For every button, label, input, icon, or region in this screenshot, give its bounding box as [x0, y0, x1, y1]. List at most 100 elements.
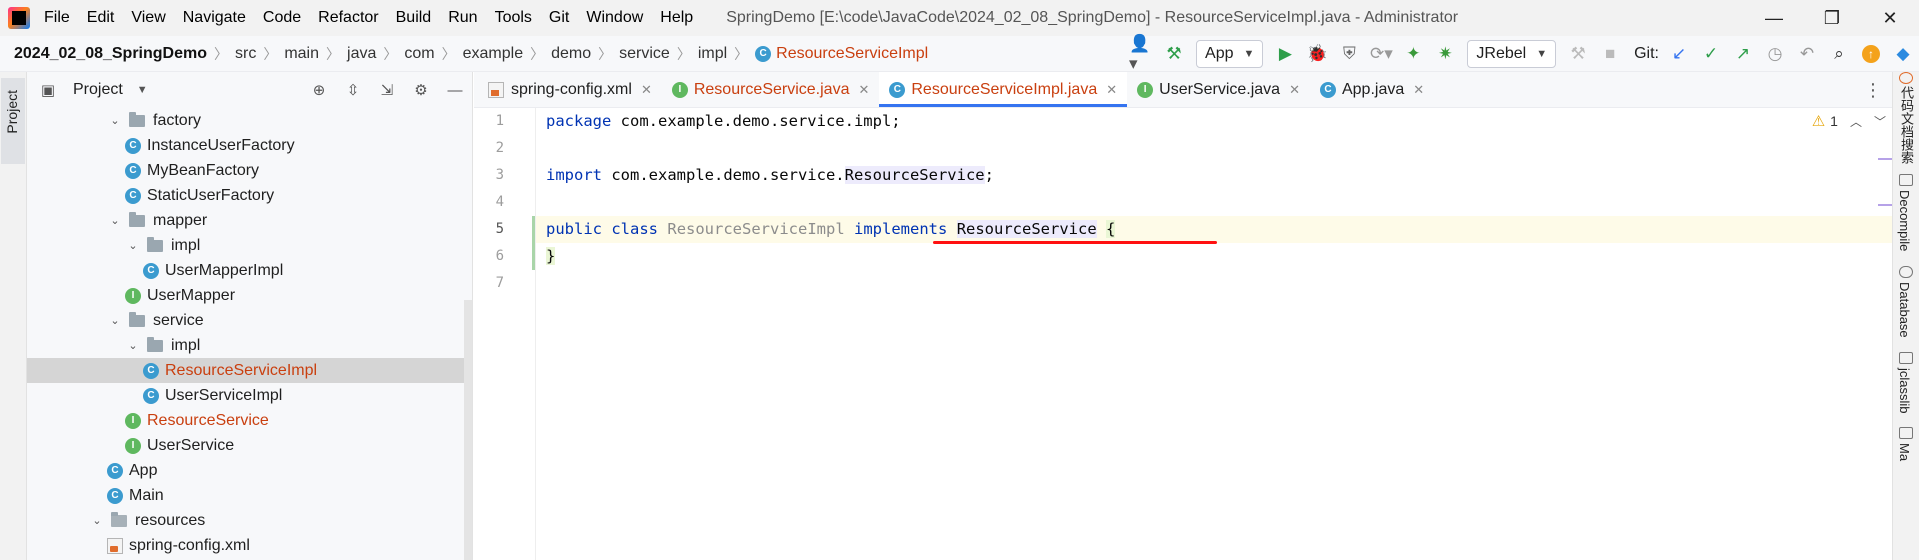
- git-commit-icon[interactable]: ✓: [1698, 41, 1724, 67]
- hammer-disabled-icon[interactable]: ⚒: [1565, 41, 1591, 67]
- run-icon[interactable]: ▶: [1272, 41, 1298, 67]
- tree-item-staticuserfactory[interactable]: ›CStaticUserFactory: [27, 183, 472, 208]
- close-icon[interactable]: ✕: [641, 82, 652, 98]
- jrebel-select[interactable]: JRebel ▼: [1467, 40, 1557, 68]
- tree-item-service[interactable]: ⌄ service: [27, 308, 472, 333]
- run-configuration-select[interactable]: App ▼: [1196, 40, 1264, 68]
- tree-item-userserviceimpl[interactable]: ›CUserServiceImpl: [27, 383, 472, 408]
- chevron-down-icon[interactable]: ﹀: [1874, 113, 1886, 130]
- tree-item-usermapperimpl[interactable]: ›CUserMapperImpl: [27, 258, 472, 283]
- tree-item-mapper[interactable]: ⌄ mapper: [27, 208, 472, 233]
- menu-code[interactable]: Code: [263, 9, 301, 27]
- breadcrumb-service[interactable]: service: [619, 45, 670, 63]
- project-panel-title[interactable]: Project: [73, 81, 123, 99]
- breadcrumb-main[interactable]: main: [284, 45, 319, 63]
- close-icon[interactable]: ✕: [858, 82, 869, 98]
- tree-item-app[interactable]: ›CApp: [27, 458, 472, 483]
- breadcrumb-project[interactable]: 2024_02_08_SpringDemo: [14, 45, 207, 63]
- tree-scrollbar[interactable]: [464, 300, 472, 560]
- git-history-icon[interactable]: ◷: [1762, 41, 1788, 67]
- code-line-6[interactable]: }: [536, 243, 1892, 270]
- intellij-logo-icon[interactable]: [8, 7, 30, 29]
- menu-git[interactable]: Git: [549, 9, 569, 27]
- maven-tool-button[interactable]: Ma: [1897, 443, 1912, 461]
- tree-item-spring-config-xml[interactable]: ›spring-config.xml: [27, 533, 472, 558]
- search-icon[interactable]: ⌕: [1826, 41, 1852, 67]
- user-account-icon[interactable]: 👤▾: [1129, 34, 1155, 73]
- code-line-7[interactable]: [536, 270, 1892, 297]
- breadcrumb-impl[interactable]: impl: [698, 45, 727, 63]
- code-editor[interactable]: 1 2 3 4 5 6 7 package com.example.demo.s…: [474, 108, 1892, 560]
- git-update-icon[interactable]: ↙: [1666, 41, 1692, 67]
- doc-search-tool-button[interactable]: 代码文档搜索: [1897, 86, 1916, 164]
- breadcrumb-demo[interactable]: demo: [551, 45, 591, 63]
- tab-resource-service-impl-java[interactable]: C ResourceServiceImpl.java ✕: [879, 72, 1128, 107]
- menu-edit[interactable]: Edit: [87, 9, 115, 27]
- menu-tools[interactable]: Tools: [495, 9, 532, 27]
- tab-resource-service-java[interactable]: I ResourceService.java ✕: [662, 72, 880, 107]
- menu-build[interactable]: Build: [396, 9, 432, 27]
- class-name[interactable]: ResourceServiceImpl: [667, 220, 844, 238]
- build-hammer-icon[interactable]: ⚒: [1161, 41, 1187, 67]
- code-line-1[interactable]: package com.example.demo.service.impl;: [536, 108, 1892, 135]
- editor-gutter[interactable]: 1 2 3 4 5 6 7: [474, 108, 536, 560]
- debug-icon[interactable]: 🐞: [1304, 41, 1330, 67]
- chevron-down-icon[interactable]: ⌄: [107, 214, 123, 227]
- close-icon[interactable]: ✕: [1413, 82, 1424, 98]
- breadcrumb-src[interactable]: src: [235, 45, 256, 63]
- chevron-up-icon[interactable]: ︿: [1850, 113, 1862, 130]
- code-area[interactable]: package com.example.demo.service.impl; i…: [536, 108, 1892, 560]
- code-line-3[interactable]: import com.example.demo.service.Resource…: [536, 162, 1892, 189]
- chevron-down-icon[interactable]: ⌄: [89, 514, 105, 527]
- minimize-button[interactable]: —: [1745, 0, 1803, 36]
- breadcrumb-com[interactable]: com: [404, 45, 434, 63]
- vcs-change-marker[interactable]: [532, 216, 535, 270]
- menu-help[interactable]: Help: [660, 9, 693, 27]
- jclasslib-tool-button[interactable]: jclasslib: [1897, 368, 1912, 414]
- git-push-icon[interactable]: ↗: [1730, 41, 1756, 67]
- menu-window[interactable]: Window: [586, 9, 643, 27]
- breadcrumb-current-class[interactable]: ResourceServiceImpl: [776, 45, 928, 63]
- tree-item-usermapper[interactable]: ›IUserMapper: [27, 283, 472, 308]
- git-rollback-icon[interactable]: ↶: [1794, 41, 1820, 67]
- tree-item-mybeanfactory[interactable]: ›CMyBeanFactory: [27, 158, 472, 183]
- locate-file-icon[interactable]: ⊕: [308, 79, 330, 101]
- restore-button[interactable]: ❐: [1803, 0, 1861, 36]
- tree-item-factory[interactable]: ⌄ factory: [27, 108, 472, 133]
- chevron-down-icon[interactable]: ⌄: [107, 314, 123, 327]
- tree-item-resourceservice[interactable]: ›IResourceService: [27, 408, 472, 433]
- tree-item-resources[interactable]: ⌄ resources: [27, 508, 472, 533]
- scrollbar-marker[interactable]: [1878, 158, 1892, 160]
- breadcrumb-example[interactable]: example: [463, 45, 523, 63]
- decompile-tool-button[interactable]: Decompile: [1897, 190, 1912, 251]
- plugin-logo-icon[interactable]: ◆: [1890, 41, 1916, 67]
- menu-navigate[interactable]: Navigate: [183, 9, 246, 27]
- update-notification-icon[interactable]: ↑: [1858, 41, 1884, 67]
- code-line-4[interactable]: [536, 189, 1892, 216]
- chevron-down-icon[interactable]: ▼: [137, 84, 148, 96]
- import-class-reference[interactable]: ResourceService: [844, 166, 985, 184]
- tab-user-service-java[interactable]: I UserService.java ✕: [1127, 72, 1310, 107]
- menu-run[interactable]: Run: [448, 9, 477, 27]
- project-tool-window-button[interactable]: Project: [1, 78, 25, 164]
- close-window-button[interactable]: ✕: [1861, 0, 1919, 36]
- tree-item-impl[interactable]: ⌄ impl: [27, 333, 472, 358]
- database-tool-button[interactable]: Database: [1897, 282, 1912, 338]
- inspection-widget[interactable]: ⚠ 1 ︿ ﹀: [1812, 112, 1886, 130]
- chevron-down-icon[interactable]: ⌄: [107, 114, 123, 127]
- expand-all-icon[interactable]: ⇳: [342, 79, 364, 101]
- tab-spring-config-xml[interactable]: spring-config.xml ✕: [474, 72, 662, 107]
- chevron-down-icon[interactable]: ⌄: [125, 339, 141, 352]
- jrebel-debug-icon[interactable]: ✷: [1432, 41, 1458, 67]
- chevron-down-icon[interactable]: ⌄: [125, 239, 141, 252]
- jrebel-run-icon[interactable]: ✦: [1400, 41, 1426, 67]
- coverage-icon[interactable]: ⛨: [1336, 41, 1362, 67]
- code-line-5[interactable]: public class ResourceServiceImpl impleme…: [536, 216, 1892, 243]
- breadcrumb-java[interactable]: java: [347, 45, 376, 63]
- scrollbar-marker[interactable]: [1878, 204, 1892, 206]
- tree-item-main[interactable]: ›CMain: [27, 483, 472, 508]
- settings-gear-icon[interactable]: ⚙: [410, 79, 432, 101]
- tree-item-impl[interactable]: ⌄ impl: [27, 233, 472, 258]
- menu-file[interactable]: File: [44, 9, 70, 27]
- code-line-2[interactable]: [536, 135, 1892, 162]
